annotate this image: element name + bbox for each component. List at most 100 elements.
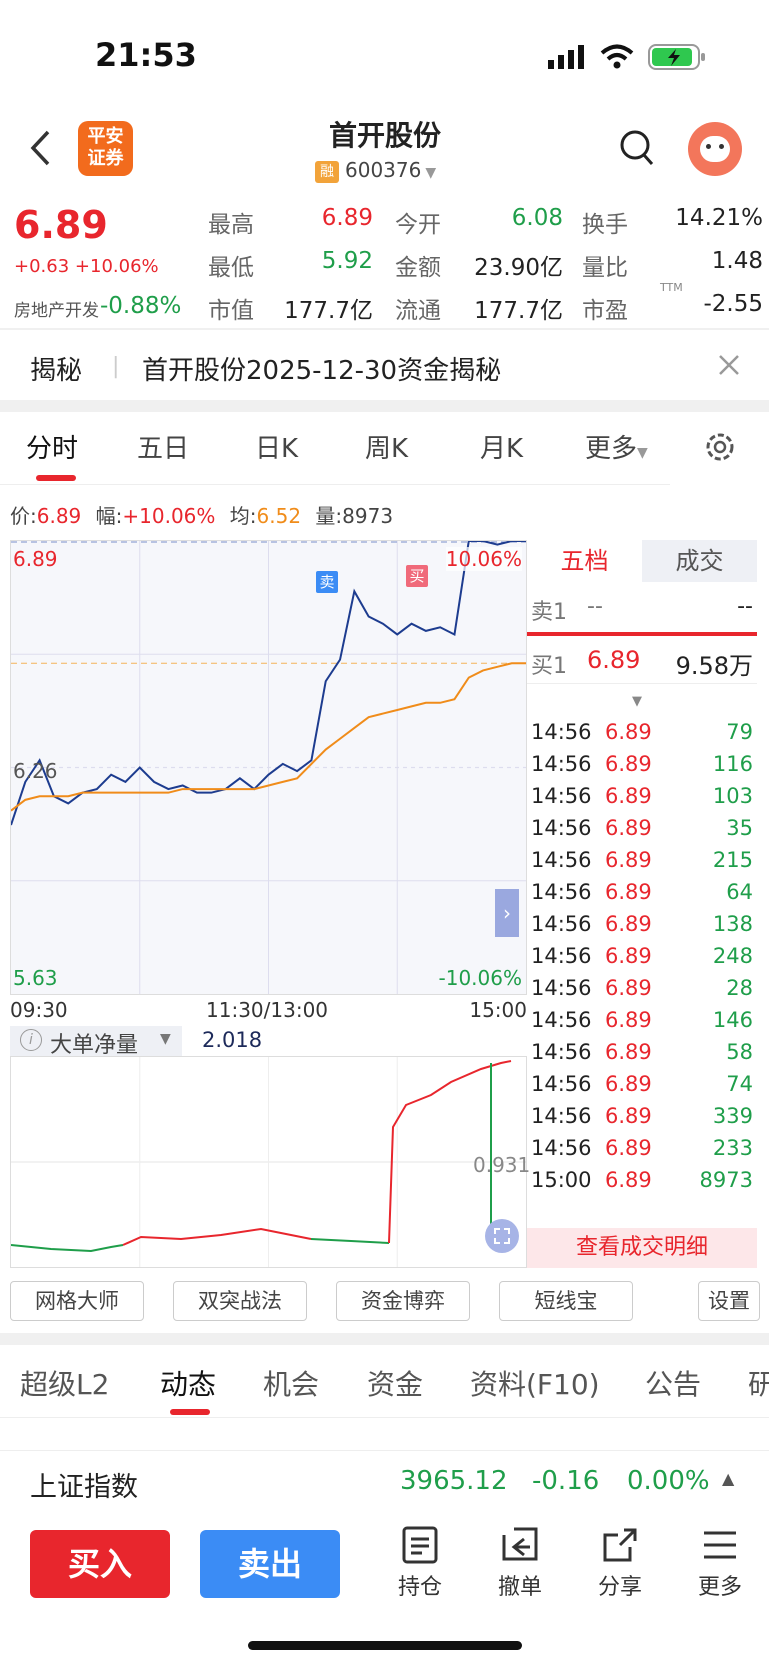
- content-tabs: 超级L2 动态 机会 资金 资料(F10) 公告 研: [0, 1345, 769, 1417]
- stock-code-selector[interactable]: 融 600376 ▼: [315, 158, 436, 183]
- intraday-chart[interactable]: 6.89 6.26 5.63 10.06% -10.06% 卖 买 ›: [10, 540, 527, 995]
- status-bar: 21:53: [0, 0, 769, 110]
- tool-double-break[interactable]: 双突战法: [173, 1281, 307, 1321]
- tab-week-k[interactable]: 周K: [365, 428, 408, 465]
- y-bottom-label: 5.63: [13, 966, 58, 990]
- section-gap: [0, 1333, 769, 1345]
- nav-share[interactable]: 分享: [580, 1525, 660, 1601]
- chevron-up-icon[interactable]: ▲: [722, 1469, 734, 1488]
- flow-chart[interactable]: 0.931: [10, 1056, 531, 1268]
- tab-dynamics[interactable]: 动态: [160, 1363, 216, 1403]
- chevron-down-icon[interactable]: ▼: [632, 694, 642, 709]
- nav-more[interactable]: 更多: [680, 1525, 760, 1601]
- reveal-bar[interactable]: 揭秘 | 首开股份2025-12-30资金揭秘: [0, 330, 769, 400]
- tick-list: 14:56 6.89 79 14:56 6.89 116 14:56 6.89 103 14:56…: [527, 720, 757, 1230]
- buy-button[interactable]: 买入: [30, 1530, 170, 1598]
- tick-volume: 138: [712, 912, 753, 936]
- tab-funds[interactable]: 资金: [367, 1363, 423, 1403]
- status-time: 21:53: [95, 36, 197, 74]
- tick-volume: 339: [712, 1104, 753, 1128]
- chart-tabs: 分时 五日 日K 周K 月K 更多▼: [0, 412, 769, 484]
- flow-chart-header[interactable]: i 大单净量 ▼ 2.018: [10, 1026, 527, 1058]
- fullscreen-icon[interactable]: [485, 1219, 519, 1253]
- sector-name[interactable]: 房地产开发: [14, 296, 99, 321]
- tick-row: 14:56 6.89 138: [527, 912, 757, 946]
- tick-volume: 79: [726, 720, 753, 744]
- tab-five-day[interactable]: 五日: [137, 428, 189, 465]
- info-vol: 8973: [342, 504, 394, 528]
- tab-opportunity[interactable]: 机会: [263, 1363, 319, 1403]
- info-avg-label: 均:: [229, 504, 257, 528]
- flow-line-negative: [10, 1244, 124, 1253]
- index-name: 上证指数: [30, 1472, 138, 1503]
- search-icon[interactable]: [618, 128, 656, 168]
- turnover-label: 换手: [582, 212, 628, 238]
- turnover-value: 14.21%: [675, 205, 763, 231]
- tick-time: 14:56: [531, 720, 592, 744]
- tick-volume: 146: [712, 1008, 753, 1032]
- sell-marker[interactable]: 卖: [316, 571, 338, 593]
- tab-order-book[interactable]: 五档: [527, 540, 642, 582]
- order-side-panel: 五档 成交 卖1 -- -- 买1 6.89 9.58万 ▼ 14:56 6.89…: [527, 540, 757, 1268]
- tick-volume: 35: [726, 816, 753, 840]
- tick-row: 14:56 6.89 28: [527, 976, 757, 1010]
- pe-value: -2.55: [703, 291, 763, 317]
- tick-time: 14:56: [531, 1104, 592, 1128]
- tick-row: 14:56 6.89 248: [527, 944, 757, 978]
- tab-f10[interactable]: 资料(F10): [470, 1363, 600, 1403]
- tool-fund-game[interactable]: 资金博弈: [336, 1281, 470, 1321]
- section-gap: [0, 400, 769, 412]
- pe-ttm-tag: TTM: [660, 281, 683, 294]
- nav-cancel[interactable]: 撤单: [480, 1525, 560, 1601]
- tab-intraday[interactable]: 分时: [26, 428, 78, 465]
- tick-row: 14:56 6.89 58: [527, 1040, 757, 1074]
- tab-super-l2[interactable]: 超级L2: [20, 1363, 109, 1403]
- price-chart-svg: [10, 540, 526, 994]
- info-price-label: 价:: [10, 504, 37, 528]
- gear-icon[interactable]: [703, 430, 737, 464]
- tick-volume: 215: [712, 848, 753, 872]
- active-tab-indicator: [170, 1409, 210, 1415]
- tab-month-k[interactable]: 月K: [480, 428, 523, 465]
- open-label: 今开: [395, 212, 441, 238]
- flow-mid-label: 0.931: [473, 1153, 531, 1177]
- buy-marker[interactable]: 买: [406, 565, 428, 587]
- nav-share-label: 分享: [597, 1575, 642, 1600]
- index-bar[interactable]: 上证指数 3965.12 -0.16 0.00% ▲: [0, 1450, 769, 1512]
- y-mid-label: 6.26: [13, 759, 58, 783]
- tick-time: 14:56: [531, 880, 592, 904]
- back-icon[interactable]: [28, 128, 52, 168]
- info-icon[interactable]: i: [20, 1029, 42, 1051]
- flow-line-negative: [310, 1238, 390, 1244]
- tab-day-k[interactable]: 日K: [255, 428, 298, 465]
- tick-time: 15:00: [531, 1168, 592, 1192]
- tab-more[interactable]: 更多▼: [585, 428, 648, 465]
- sector-pct: -0.88%: [100, 293, 182, 319]
- view-trade-detail-button[interactable]: 查看成交明细: [527, 1228, 757, 1268]
- tick-row: 14:56 6.89 215: [527, 848, 757, 882]
- tab-trades[interactable]: 成交: [642, 540, 757, 582]
- close-icon[interactable]: [718, 354, 740, 376]
- change-value: +0.63: [14, 256, 70, 277]
- sell-button[interactable]: 卖出: [200, 1530, 340, 1598]
- assistant-avatar[interactable]: [688, 122, 742, 176]
- tool-grid-master[interactable]: 网格大师: [10, 1281, 144, 1321]
- nav-holdings[interactable]: 持仓: [380, 1525, 460, 1601]
- tool-short-line[interactable]: 短线宝: [499, 1281, 633, 1321]
- buy1-row: 买1 6.89 9.58万: [527, 636, 757, 684]
- index-value: 3965.12: [400, 1466, 508, 1496]
- price-change: +0.63 +10.06%: [14, 256, 159, 277]
- logo-line2: 证券: [87, 148, 124, 169]
- home-indicator: [248, 1641, 522, 1650]
- tab-announcements[interactable]: 公告: [645, 1363, 701, 1403]
- tick-price: 6.89: [605, 720, 652, 744]
- info-price: 6.89: [36, 504, 82, 528]
- tab-research[interactable]: 研: [748, 1363, 769, 1403]
- index-pct: 0.00%: [627, 1466, 710, 1496]
- tick-volume: 116: [712, 752, 753, 776]
- tool-settings[interactable]: 设置: [698, 1281, 760, 1321]
- pct-top-label: 10.06%: [445, 547, 522, 571]
- open-value: 6.08: [511, 205, 563, 231]
- tick-time: 14:56: [531, 816, 592, 840]
- expand-panel-icon[interactable]: ›: [495, 889, 519, 937]
